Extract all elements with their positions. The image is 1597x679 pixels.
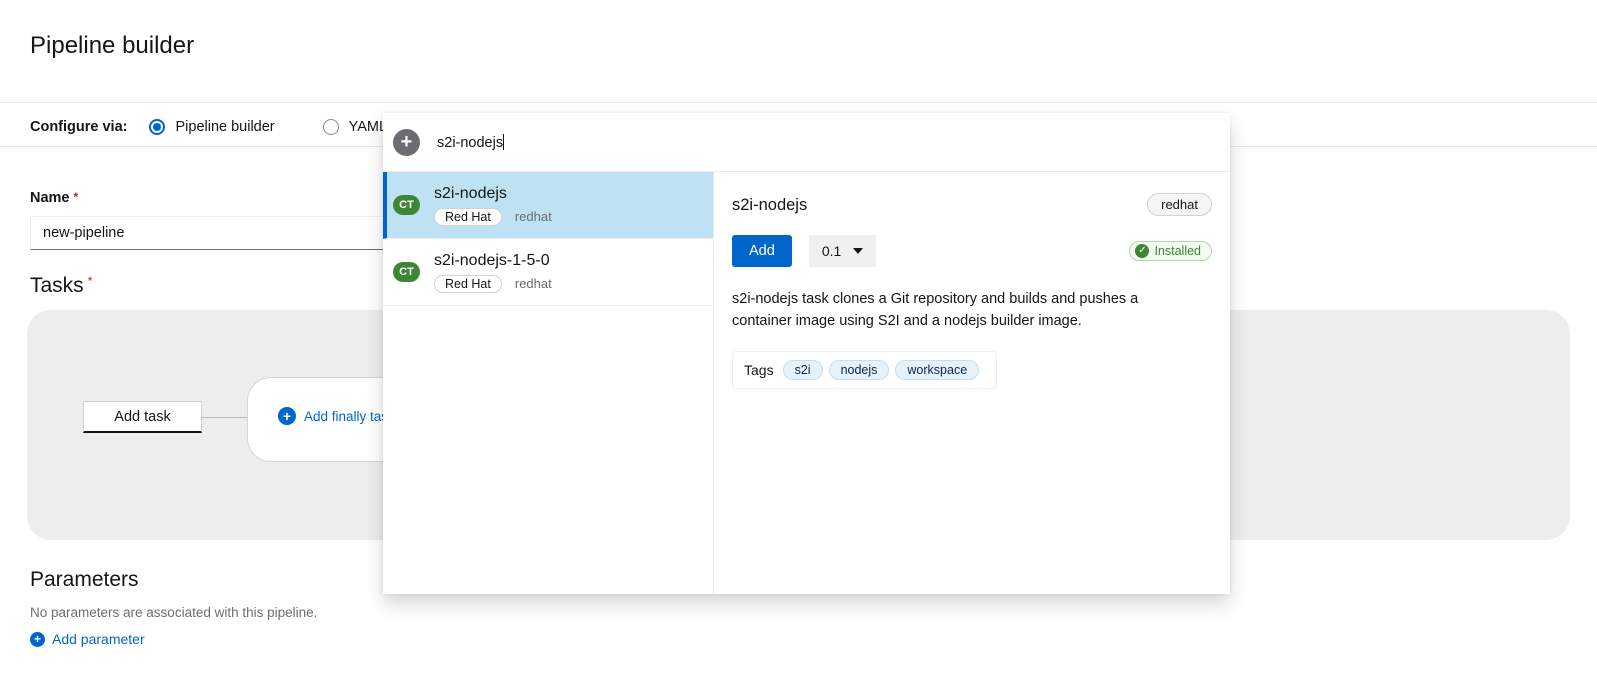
tags-group: Tags s2i nodejs workspace (732, 351, 997, 389)
task-result-s2i-nodejs-1-5-0[interactable]: CT s2i-nodejs-1-5-0 Red Hat redhat (383, 239, 713, 306)
configure-via-label: Configure via: (30, 119, 127, 135)
add-button[interactable]: Add (732, 235, 792, 267)
required-asterisk: * (88, 274, 93, 288)
add-task-search-icon: + (393, 129, 420, 156)
tasks-heading: Tasks* (30, 274, 92, 298)
task-detail-title: s2i-nodejs (732, 193, 807, 215)
radio-unselected-icon (323, 119, 339, 135)
task-description: s2i-nodejs task clones a Git repository … (732, 288, 1162, 332)
radio-pipeline-builder[interactable]: Pipeline builder (149, 119, 274, 135)
task-result-title: s2i-nodejs (434, 185, 552, 203)
search-query-text: s2i-nodejs (437, 134, 504, 151)
task-result-list: CT s2i-nodejs Red Hat redhat CT s2i-node… (383, 172, 714, 594)
provider-text: redhat (515, 276, 552, 291)
radio-selected-icon (149, 119, 165, 135)
divider-top (0, 102, 1597, 103)
provider-pill: redhat (1147, 193, 1212, 216)
redhat-badge: Red Hat (434, 208, 502, 226)
add-parameter-label: Add parameter (52, 631, 145, 647)
cluster-task-avatar: CT (393, 262, 420, 282)
tag-s2i: s2i (783, 360, 823, 380)
radio-pipeline-builder-label: Pipeline builder (175, 119, 274, 135)
parameters-empty-text: No parameters are associated with this p… (30, 605, 317, 620)
installed-badge: ✓ Installed (1129, 241, 1212, 261)
add-finally-task-link[interactable]: + Add finally task (278, 407, 395, 425)
version-dropdown[interactable]: 0.1 (809, 235, 876, 267)
plus-circle-icon: + (30, 632, 45, 647)
version-value: 0.1 (822, 243, 841, 259)
required-asterisk: * (74, 190, 79, 204)
task-connector-line (202, 417, 247, 418)
installed-label: Installed (1154, 244, 1201, 258)
check-circle-icon: ✓ (1135, 244, 1149, 258)
tag-workspace: workspace (895, 360, 979, 380)
plus-circle-icon: + (278, 407, 296, 425)
task-result-s2i-nodejs[interactable]: CT s2i-nodejs Red Hat redhat (383, 172, 713, 239)
provider-text: redhat (515, 209, 552, 224)
name-field-label: Name* (30, 190, 78, 206)
add-task-label: Add task (114, 409, 170, 425)
parameters-heading: Parameters (30, 568, 139, 592)
cluster-task-avatar: CT (393, 195, 420, 215)
tag-nodejs: nodejs (829, 360, 890, 380)
page-title: Pipeline builder (30, 32, 194, 60)
chevron-down-icon (853, 248, 863, 254)
text-cursor (503, 134, 504, 150)
task-result-title: s2i-nodejs-1-5-0 (434, 252, 552, 270)
add-task-node[interactable]: Add task (83, 401, 202, 433)
tags-label: Tags (744, 362, 774, 378)
task-search-popover: + s2i-nodejs CT s2i-nodejs Red Hat redha… (383, 113, 1230, 594)
pipeline-builder-page: Pipeline builder Configure via: Pipeline… (0, 0, 1597, 679)
add-parameter-link[interactable]: + Add parameter (30, 631, 145, 647)
add-finally-task-label: Add finally task (304, 409, 395, 424)
task-detail-panel: s2i-nodejs redhat Add 0.1 ✓ Installed s2… (714, 172, 1230, 594)
task-search-input[interactable]: + s2i-nodejs (383, 113, 1230, 172)
redhat-badge: Red Hat (434, 275, 502, 293)
